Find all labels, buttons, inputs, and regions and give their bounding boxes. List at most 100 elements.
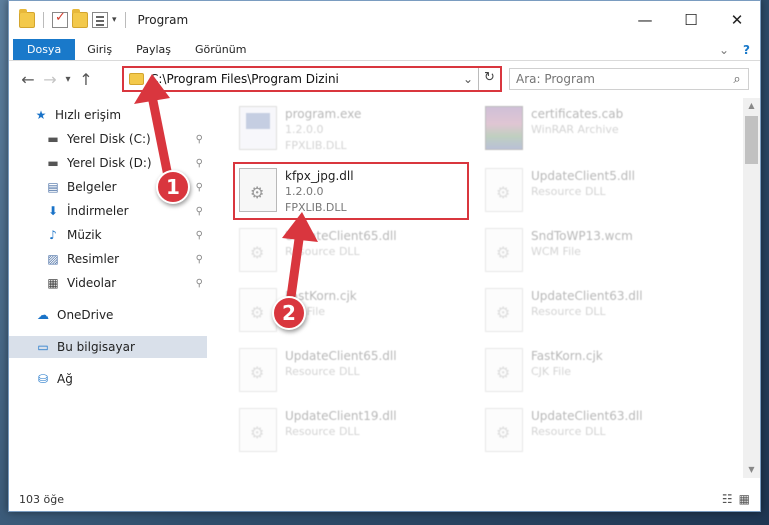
chevron-down-icon[interactable]: ⌄	[719, 43, 729, 57]
sidebar-item-quick-access[interactable]: ★ Hızlı erişim	[9, 104, 207, 126]
sidebar-item-network[interactable]: ⛁ Ağ	[9, 368, 207, 390]
back-button[interactable]: ←	[17, 70, 39, 89]
help-icon[interactable]: ?	[743, 43, 750, 57]
up-button[interactable]: ↑	[75, 70, 97, 89]
search-box[interactable]: ⌕	[509, 68, 749, 90]
file-type: WCM File	[531, 245, 581, 258]
ribbon-right-controls: ⌄ ?	[719, 39, 760, 60]
file-tile[interactable]: SndToWP13.wcm WCM File	[485, 224, 715, 278]
dll-file-icon	[485, 288, 523, 332]
pin-icon[interactable]: ⚲	[196, 158, 203, 169]
pictures-icon: ▨	[47, 252, 59, 266]
sidebar-item-this-pc[interactable]: ▭ Bu bilgisayar	[9, 336, 207, 358]
sidebar-item-label: Resimler	[67, 252, 120, 266]
maximize-button[interactable]: ☐	[668, 1, 714, 39]
sidebar-item-onedrive[interactable]: ☁ OneDrive	[9, 304, 207, 326]
file-tile[interactable]: certificates.cab WinRAR Archive	[485, 102, 715, 156]
pin-icon[interactable]: ⚲	[196, 134, 203, 145]
file-type: Resource DLL	[531, 425, 606, 438]
file-name: program.exe	[285, 107, 362, 121]
minimize-button[interactable]: —	[622, 1, 668, 39]
file-description: FPXLIB.DLL	[285, 139, 347, 152]
sidebar-item-local-disk-c[interactable]: ▬ Yerel Disk (C:) ⚲	[9, 128, 207, 150]
file-tile[interactable]: UpdateClient5.dll Resource DLL	[485, 164, 715, 218]
window-title: Program	[137, 13, 189, 27]
sidebar-item-label: Müzik	[67, 228, 102, 242]
vertical-scrollbar[interactable]: ▲ ▼	[743, 98, 760, 478]
download-icon: ⬇	[47, 204, 59, 218]
sidebar-item-label: Yerel Disk (C:)	[67, 132, 151, 146]
sidebar-item-label: Bu bilgisayar	[57, 340, 135, 354]
tab-file[interactable]: Dosya	[13, 39, 76, 60]
pin-icon[interactable]: ⚲	[196, 230, 203, 241]
pin-icon[interactable]: ⚲	[196, 278, 203, 289]
file-description: FPXLIB.DLL	[285, 201, 347, 214]
sidebar-item-music[interactable]: ♪ Müzik ⚲	[9, 224, 207, 246]
file-name: SndToWP13.wcm	[531, 229, 633, 243]
item-count: 103 öğe	[19, 492, 64, 506]
step-badge-1: 1	[156, 170, 190, 204]
pin-icon[interactable]: ⚲	[196, 182, 203, 193]
file-list: program.exe 1.2.0.0 FPXLIB.DLL certifica…	[209, 98, 744, 478]
scroll-down-icon[interactable]: ▼	[743, 462, 760, 478]
pin-icon[interactable]: ⚲	[196, 254, 203, 265]
recent-locations-button[interactable]: ▾	[61, 74, 75, 85]
file-type: Resource DLL	[285, 365, 360, 378]
new-folder-icon[interactable]	[72, 9, 88, 28]
dll-file-icon	[239, 348, 277, 392]
file-name: UpdateClient65.dll	[285, 229, 397, 243]
toolbar-divider	[43, 12, 44, 28]
dll-file-icon	[239, 408, 277, 452]
file-tile[interactable]: UpdateClient63.dll Resource DLL	[485, 404, 715, 458]
tab-share[interactable]: Paylaş	[124, 39, 183, 60]
sidebar-item-label: Hızlı erişim	[55, 108, 122, 122]
tab-home[interactable]: Giriş	[75, 39, 124, 60]
properties-check-icon[interactable]	[52, 10, 68, 28]
refresh-button[interactable]: ↻	[478, 68, 500, 90]
pin-icon[interactable]: ⚲	[196, 206, 203, 217]
file-tile[interactable]: program.exe 1.2.0.0 FPXLIB.DLL	[239, 102, 469, 156]
file-type: Resource DLL	[285, 245, 360, 258]
ribbon-tabs: Dosya Giriş Paylaş Görünüm ⌄ ?	[9, 39, 760, 61]
large-icons-view-icon[interactable]: ▦	[739, 492, 750, 506]
sidebar-item-label: Ağ	[57, 372, 73, 386]
search-input[interactable]	[510, 72, 726, 86]
sidebar-item-videos[interactable]: ▦ Videolar ⚲	[9, 272, 207, 294]
scrollbar-thumb[interactable]	[745, 116, 758, 164]
address-path[interactable]: C:\Program Files\Program Dizini	[150, 72, 458, 86]
view-switcher: ☷ ▦	[722, 492, 750, 506]
details-view-icon[interactable]: ☷	[722, 492, 733, 506]
dll-file-icon	[485, 168, 523, 212]
toolbar-divider	[124, 12, 126, 28]
search-icon[interactable]: ⌕	[726, 72, 748, 87]
file-version: 1.2.0.0	[285, 123, 324, 136]
file-tile[interactable]: UpdateClient63.dll Resource DLL	[485, 284, 715, 338]
file-name: certificates.cab	[531, 107, 624, 121]
address-dropdown-button[interactable]: ⌄	[458, 72, 478, 86]
explorer-window: ▾ Program — ☐ ✕ Dosya Giriş Paylaş Görün…	[8, 0, 761, 512]
file-type: WinRAR Archive	[531, 123, 619, 136]
sidebar-item-pictures[interactable]: ▨ Resimler ⚲	[9, 248, 207, 270]
sidebar-item-label: Yerel Disk (D:)	[67, 156, 152, 170]
file-tile[interactable]: UpdateClient65.dll Resource DLL	[239, 344, 469, 398]
dll-file-icon	[485, 408, 523, 452]
documents-icon: ▤	[47, 180, 59, 194]
file-tile[interactable]: FastKorn.cjk CJK File	[485, 344, 715, 398]
address-bar[interactable]: C:\Program Files\Program Dizini ⌄ ↻	[122, 66, 502, 92]
file-tile[interactable]: UpdateClient19.dll Resource DLL	[239, 404, 469, 458]
tab-view[interactable]: Görünüm	[183, 39, 258, 60]
sidebar-item-label: Belgeler	[67, 180, 117, 194]
network-icon: ⛁	[37, 372, 49, 386]
file-name: UpdateClient5.dll	[531, 169, 635, 183]
dll-file-icon	[239, 228, 277, 272]
sidebar-item-label: OneDrive	[57, 308, 114, 322]
forward-button[interactable]: →	[39, 70, 61, 89]
file-tile[interactable]: UpdateClient65.dll Resource DLL	[239, 224, 469, 278]
scroll-up-icon[interactable]: ▲	[743, 98, 760, 114]
file-tile-kfpx-jpg-dll[interactable]: kfpx_jpg.dll 1.2.0.0 FPXLIB.DLL	[233, 162, 469, 220]
file-name: UpdateClient63.dll	[531, 289, 643, 303]
close-button[interactable]: ✕	[714, 1, 760, 39]
executable-icon	[239, 106, 277, 150]
properties-icon[interactable]	[92, 12, 108, 28]
customize-toolbar-chevron-icon[interactable]: ▾	[112, 15, 117, 25]
